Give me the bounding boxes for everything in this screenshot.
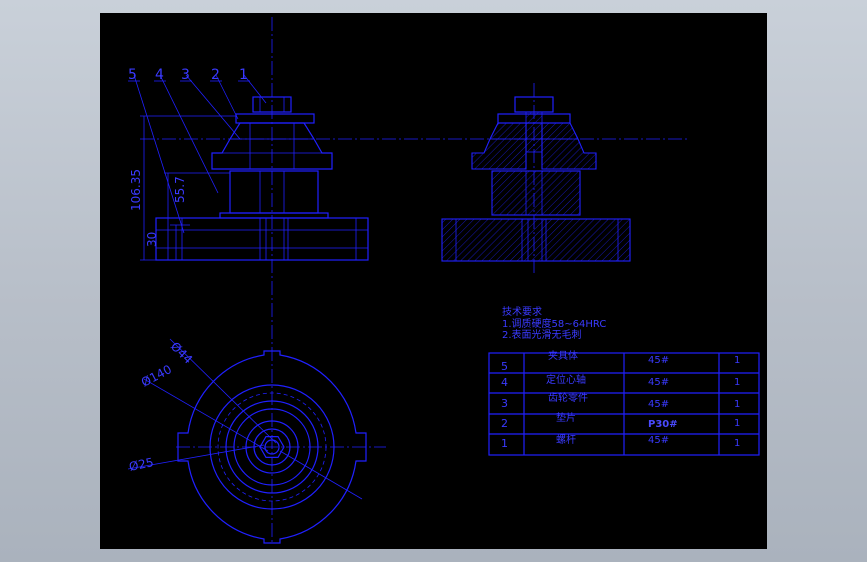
bom-name: 定位心轴 xyxy=(546,373,586,386)
bom-material: 45# xyxy=(648,435,669,446)
tech-requirements-title: 技术要求 xyxy=(502,305,542,318)
balloon-2: 2 xyxy=(211,67,220,83)
dim-height-30: 30 xyxy=(145,232,159,247)
section-gear-left xyxy=(471,122,527,170)
dim-dia-25: Ø25 xyxy=(128,455,155,474)
balloon-3: 3 xyxy=(181,67,190,83)
section-view xyxy=(441,83,631,273)
fixture-base xyxy=(155,217,369,261)
bom-name: 齿轮零件 xyxy=(548,391,588,404)
bom-no: 3 xyxy=(501,397,508,410)
bom-row: 1 螺杆 45# 1 xyxy=(501,434,740,450)
balloon-4: 4 xyxy=(155,67,164,83)
tech-requirement-2: 2.表面光滑无毛刺 xyxy=(502,328,582,341)
dim-total-height: 106.35 xyxy=(129,169,143,211)
washer xyxy=(235,113,315,124)
bom-qty: 1 xyxy=(734,438,740,449)
bom-no: 2 xyxy=(501,417,508,430)
balloon-5: 5 xyxy=(128,67,137,83)
dim-dia-140: Ø140 xyxy=(139,362,174,390)
bom-name: 夹具体 xyxy=(548,349,578,362)
bom-table xyxy=(488,352,760,456)
cad-drawing: 5 4 3 2 1 106.35 55.7 30 Ø44 Ø140 Ø25 技术… xyxy=(128,17,760,545)
bom-qty: 1 xyxy=(734,418,740,429)
bom-qty: 1 xyxy=(734,355,740,366)
bom-material: 45# xyxy=(648,377,669,388)
bom-no: 4 xyxy=(501,376,508,389)
bom-name: 螺杆 xyxy=(556,434,576,446)
bom-material: 45# xyxy=(648,399,669,410)
dim-height-55: 55.7 xyxy=(173,176,187,203)
bom-qty: 1 xyxy=(734,399,740,410)
dim-dia-44: Ø44 xyxy=(168,339,195,366)
section-gear-right xyxy=(541,122,597,170)
balloon-1: 1 xyxy=(239,67,248,83)
section-base xyxy=(441,218,631,262)
bom-qty: 1 xyxy=(734,377,740,388)
bom-no: 5 xyxy=(501,360,508,373)
bom-no: 1 xyxy=(501,437,508,450)
locating-mandrel xyxy=(229,170,319,214)
bom-material: 45# xyxy=(648,355,669,366)
section-mandrel xyxy=(491,170,581,216)
bom-row: 3 齿轮零件 45# 1 xyxy=(501,391,740,410)
bom-material: P30# xyxy=(648,419,678,430)
tech-requirement-1: 1.调质硬度58~64HRC xyxy=(502,317,606,330)
bom-row: 4 定位心轴 45# 1 xyxy=(501,373,740,389)
cad-viewport[interactable]: 5 4 3 2 1 106.35 55.7 30 Ø44 Ø140 Ø25 技术… xyxy=(100,13,767,549)
bom-name: 垫片 xyxy=(556,411,576,424)
